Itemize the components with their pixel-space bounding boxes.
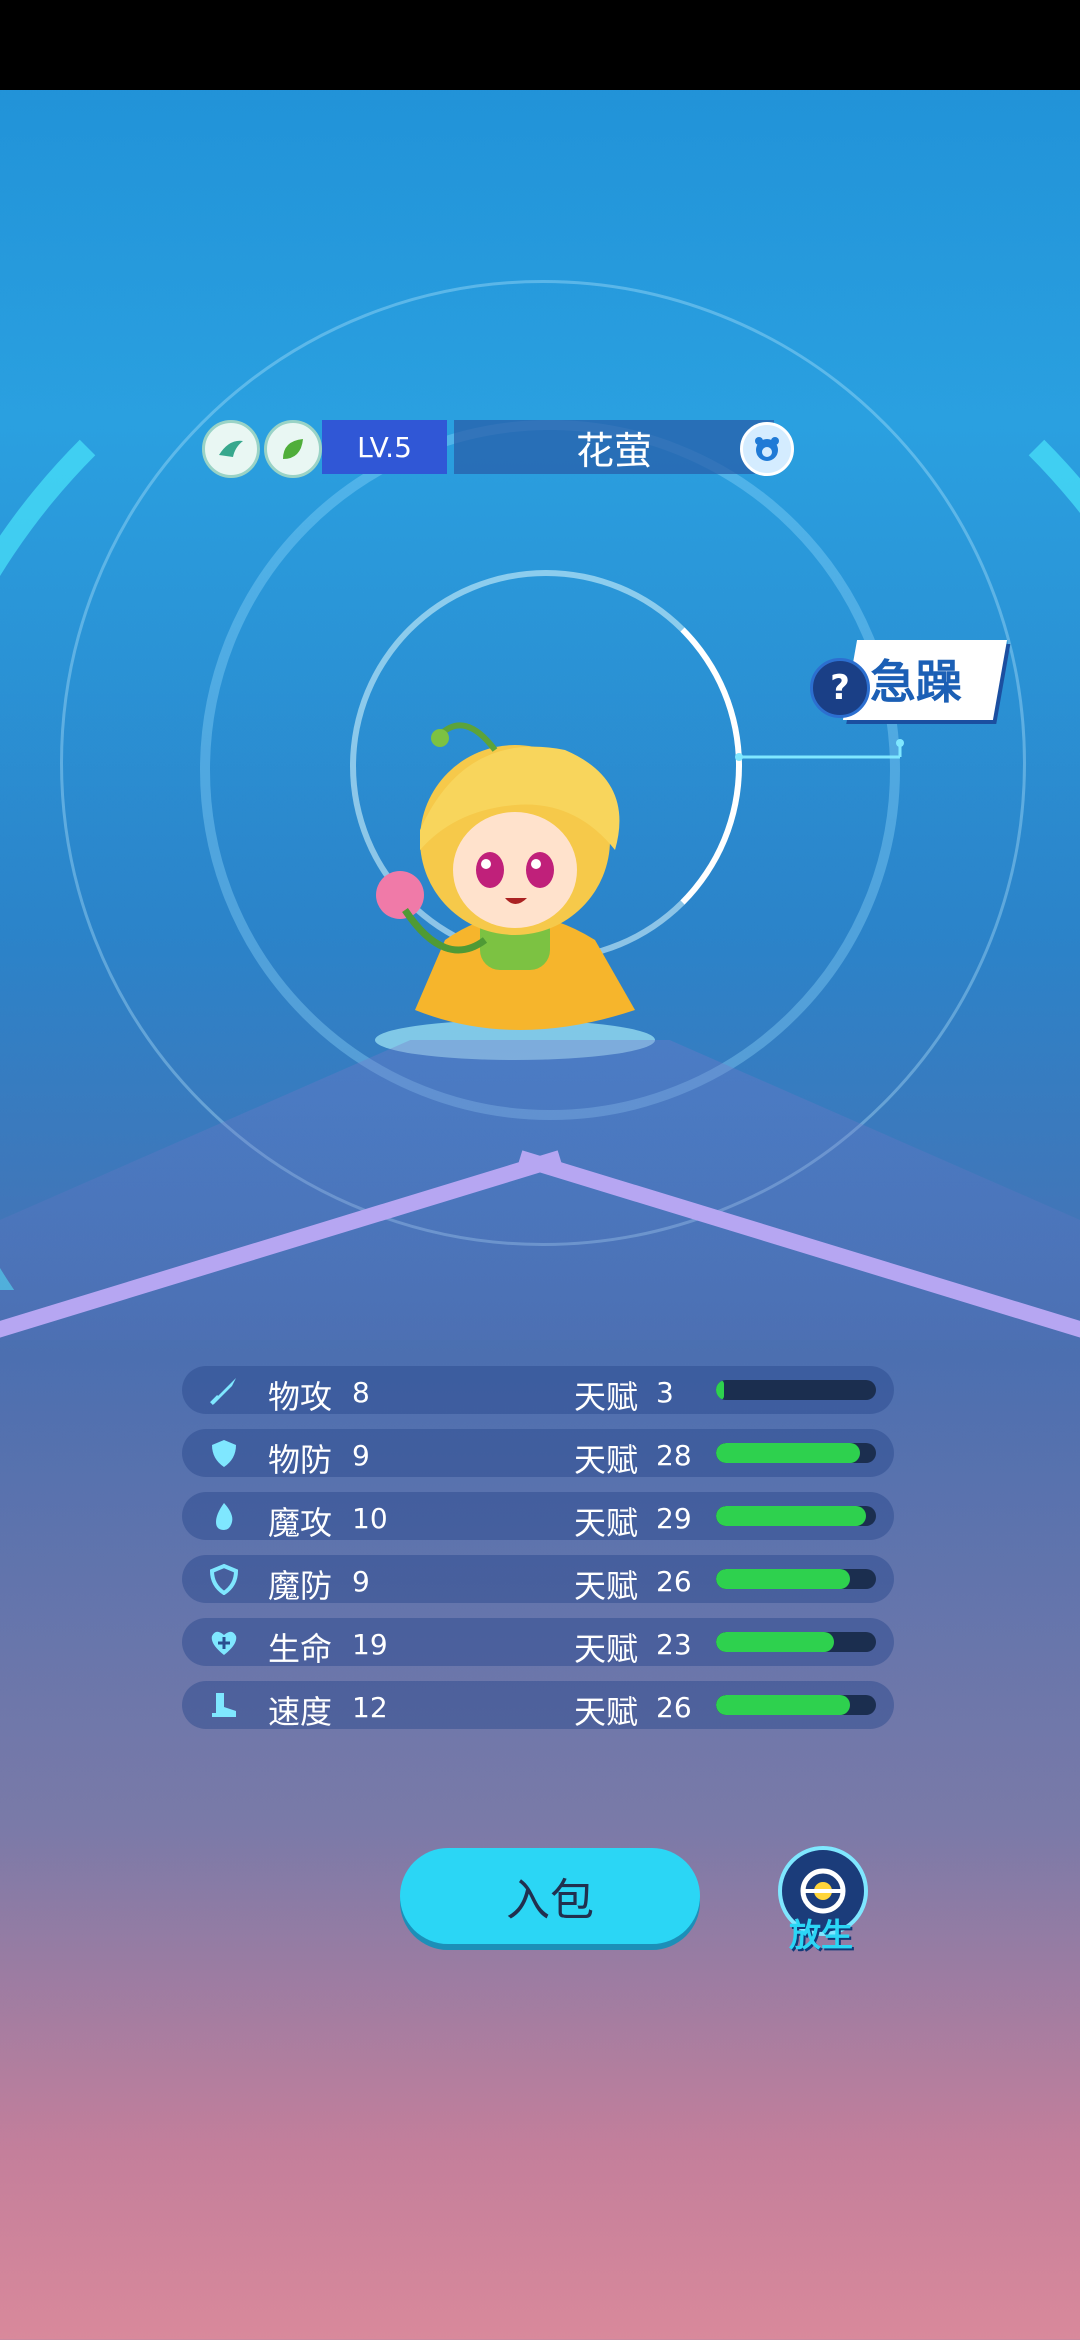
personality-tag[interactable]: 急躁 ? xyxy=(810,640,1008,720)
talent-value: 26 xyxy=(656,1565,692,1598)
talent-bar-fill xyxy=(716,1443,860,1463)
leaf-symbol xyxy=(283,439,303,459)
stat-name: 生命 xyxy=(268,1630,333,1668)
sword-icon xyxy=(210,1378,236,1405)
shield-icon xyxy=(212,1440,236,1467)
release-symbol xyxy=(800,1868,846,1914)
stat-value: 9 xyxy=(352,1439,370,1472)
talent-value: 29 xyxy=(656,1502,692,1535)
stat-row: 物攻 8 天赋 3 xyxy=(182,1366,894,1416)
bear-face xyxy=(755,437,779,461)
talent-label: 天赋 xyxy=(574,1441,639,1479)
talent-bar-fill xyxy=(716,1632,835,1652)
wind-symbol xyxy=(219,440,243,457)
talent-label: 天赋 xyxy=(574,1630,639,1668)
talent-label: 天赋 xyxy=(574,1693,639,1731)
stat-row: 物防 9 天赋 28 xyxy=(182,1429,894,1479)
talent-bar-fill xyxy=(716,1695,851,1715)
stat-name: 魔攻 xyxy=(268,1504,333,1542)
talent-bar-fill xyxy=(716,1380,724,1400)
talent-bar xyxy=(716,1632,876,1652)
status-bar xyxy=(0,0,1080,90)
talent-label: 天赋 xyxy=(574,1504,639,1542)
flame-icon xyxy=(216,1503,233,1530)
heart-icon xyxy=(211,1631,237,1655)
talent-bar xyxy=(716,1380,876,1400)
talent-bar xyxy=(716,1443,876,1463)
release-label: 放生 xyxy=(788,1916,853,1954)
male-icon xyxy=(740,422,794,476)
stat-row: 生命 19 天赋 23 xyxy=(182,1618,894,1668)
talent-label: 天赋 xyxy=(574,1567,639,1605)
level-badge: LV.5 xyxy=(322,420,447,474)
help-icon[interactable]: ? xyxy=(810,658,870,718)
stat-value: 12 xyxy=(352,1691,388,1724)
stat-value: 8 xyxy=(352,1376,370,1409)
stat-name: 物防 xyxy=(268,1441,333,1479)
pet-character[interactable] xyxy=(345,710,685,1070)
personality-text: 急躁 xyxy=(870,655,962,709)
talent-bar xyxy=(716,1506,876,1526)
stat-name: 物攻 xyxy=(268,1378,333,1416)
pointer-line xyxy=(735,739,904,761)
add-to-bag-button[interactable]: 入包 xyxy=(400,1848,700,1944)
stat-value: 9 xyxy=(352,1565,370,1598)
talent-bar xyxy=(716,1695,876,1715)
pet-name: 花萤 xyxy=(454,420,774,474)
talent-bar-fill xyxy=(716,1569,851,1589)
boot-icon xyxy=(212,1693,236,1717)
stat-row: 速度 12 天赋 26 xyxy=(182,1681,894,1731)
magic-shield-icon xyxy=(209,1563,239,1595)
talent-value: 26 xyxy=(656,1691,692,1724)
stat-row: 魔攻 10 天赋 29 xyxy=(182,1492,894,1542)
release-button[interactable]: 放生 xyxy=(776,1846,868,1954)
stat-value: 19 xyxy=(352,1628,388,1661)
talent-label: 天赋 xyxy=(574,1378,639,1416)
stat-name: 速度 xyxy=(268,1693,333,1731)
wind-icon[interactable] xyxy=(202,420,260,478)
stat-name: 魔防 xyxy=(268,1567,333,1605)
talent-bar xyxy=(716,1569,876,1589)
stat-value: 10 xyxy=(352,1502,388,1535)
talent-bar-fill xyxy=(716,1506,867,1526)
talent-value: 3 xyxy=(656,1376,674,1409)
talent-value: 28 xyxy=(656,1439,692,1472)
talent-value: 23 xyxy=(656,1628,692,1661)
stat-row: 魔防 9 天赋 26 xyxy=(182,1555,894,1605)
grass-icon[interactable] xyxy=(264,420,322,478)
